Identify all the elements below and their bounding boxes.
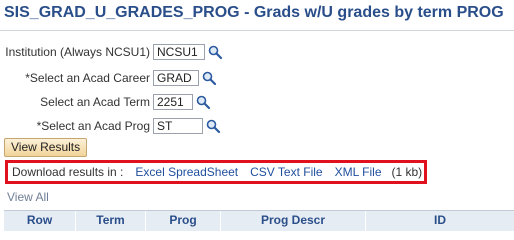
acad-career-row: *Select an Acad Career — [0, 68, 217, 88]
acad-prog-input[interactable] — [153, 118, 203, 134]
page-title: SIS_GRAD_U_GRADES_PROG - Grads w/U grade… — [4, 4, 504, 21]
institution-lookup-icon[interactable] — [207, 44, 223, 60]
acad-career-lookup-icon[interactable] — [201, 70, 217, 86]
acad-prog-lookup-icon[interactable] — [205, 118, 221, 134]
acad-term-input[interactable] — [153, 94, 193, 110]
column-header-term[interactable]: Term — [76, 211, 146, 231]
institution-row: Institution (Always NCSU1) — [0, 42, 223, 62]
acad-term-lookup-icon[interactable] — [195, 94, 211, 110]
view-results-button[interactable]: View Results — [4, 138, 88, 157]
excel-spreadsheet-link[interactable]: Excel SpreadSheet — [135, 165, 238, 179]
xml-file-link[interactable]: XML File — [335, 165, 382, 179]
csv-text-file-link[interactable]: CSV Text File — [250, 165, 322, 179]
column-header-prog[interactable]: Prog — [146, 211, 221, 231]
download-results-bar: Download results in : Excel SpreadSheet … — [5, 160, 427, 184]
acad-prog-row: *Select an Acad Prog — [0, 116, 221, 136]
institution-label: Institution (Always NCSU1) — [5, 45, 150, 59]
file-size-label: (1 kb) — [391, 165, 423, 179]
view-all-link[interactable]: View All — [7, 190, 49, 204]
institution-input[interactable] — [153, 44, 205, 60]
acad-prog-label: *Select an Acad Prog — [36, 119, 150, 133]
results-grid-header: Row Term Prog Prog Descr ID — [4, 210, 514, 231]
acad-term-row: Select an Acad Term — [0, 92, 211, 112]
column-header-row[interactable]: Row — [4, 211, 76, 231]
acad-career-input[interactable] — [153, 70, 199, 86]
column-header-id[interactable]: ID — [366, 211, 514, 231]
column-header-prog-descr[interactable]: Prog Descr — [221, 211, 366, 231]
download-prefix-label: Download results in : — [12, 165, 124, 179]
title-divider — [0, 30, 514, 31]
acad-career-label: *Select an Acad Career — [25, 71, 150, 85]
acad-term-label: Select an Acad Term — [40, 95, 150, 109]
